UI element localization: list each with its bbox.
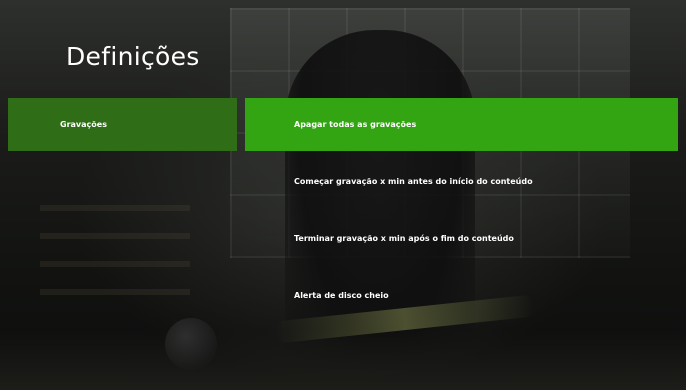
option-end-recording-late[interactable]: Terminar gravação x min após o fim do co… <box>245 212 678 265</box>
option-start-recording-early[interactable]: Começar gravação x min antes do início d… <box>245 155 678 208</box>
option-label: Começar gravação x min antes do início d… <box>294 177 533 186</box>
page-title: Definições <box>66 42 200 71</box>
settings-screen: Definições Gravações Apagar todas as gra… <box>0 0 686 390</box>
background-kettlebell <box>165 318 217 370</box>
option-delete-all-recordings[interactable]: Apagar todas as gravações <box>245 98 678 151</box>
option-label: Apagar todas as gravações <box>294 120 417 129</box>
background-floor <box>0 330 686 390</box>
settings-options-list: Apagar todas as gravações Começar gravaç… <box>245 98 678 326</box>
background-shelf <box>40 185 190 295</box>
option-disk-full-alert[interactable]: Alerta de disco cheio <box>245 269 678 322</box>
sidebar-item-label: Gravações <box>60 120 107 129</box>
option-label: Terminar gravação x min após o fim do co… <box>294 234 514 243</box>
sidebar-item-gravacoes[interactable]: Gravações <box>8 98 237 151</box>
option-label: Alerta de disco cheio <box>294 291 389 300</box>
